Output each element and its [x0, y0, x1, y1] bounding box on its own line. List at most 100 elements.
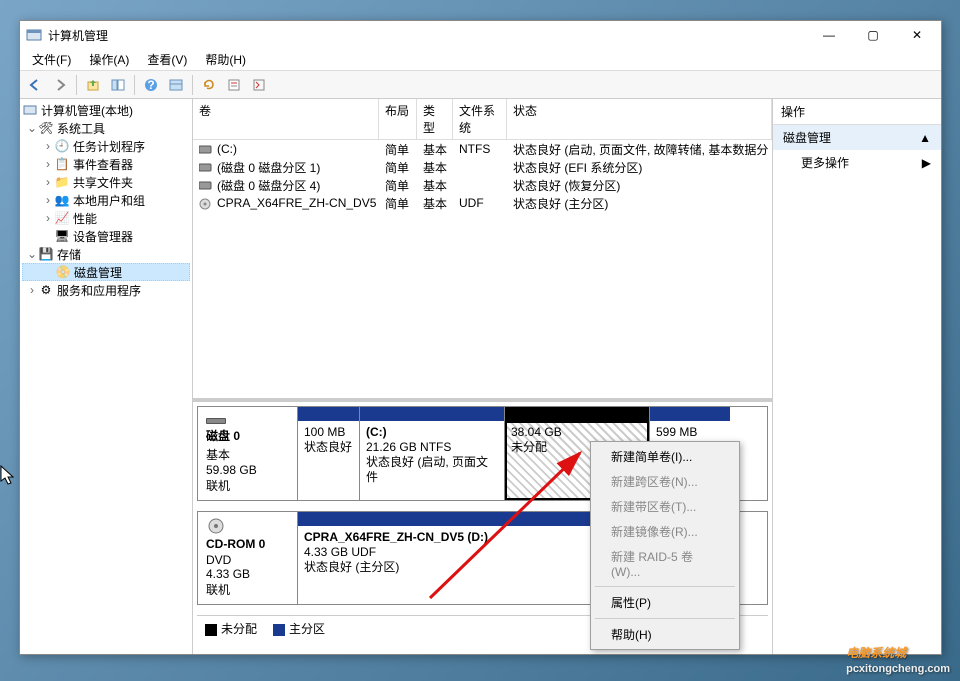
- partition[interactable]: (C:)21.26 GB NTFS状态良好 (启动, 页面文件: [360, 407, 505, 500]
- ctx-new-raid5-volume: 新建 RAID-5 卷(W)...: [593, 544, 737, 583]
- collapse-icon[interactable]: ⌄: [26, 121, 38, 135]
- disk-kind: DVD: [206, 553, 289, 567]
- tree-performance[interactable]: ›📈性能: [22, 209, 190, 227]
- actions-header: 操作: [773, 99, 941, 125]
- actions-more[interactable]: 更多操作 ▶: [773, 150, 941, 175]
- tree-event-viewer[interactable]: ›📋事件查看器: [22, 155, 190, 173]
- separator: [595, 618, 735, 619]
- separator: [76, 75, 77, 95]
- volume-row[interactable]: (磁盘 0 磁盘分区 1)简单基本状态良好 (EFI 系统分区): [193, 158, 772, 176]
- event-icon: 📋: [54, 156, 70, 172]
- minimize-button[interactable]: —: [807, 21, 851, 49]
- partition-status: 未分配: [511, 440, 547, 454]
- up-button[interactable]: [82, 74, 104, 96]
- forward-button[interactable]: [49, 74, 71, 96]
- window-buttons: — ▢ ✕: [807, 21, 939, 49]
- ctx-new-simple-volume[interactable]: 新建简单卷(I)...: [593, 444, 737, 469]
- tree-shared-folders[interactable]: ›📁共享文件夹: [22, 173, 190, 191]
- volume-type: 基本: [417, 158, 453, 177]
- volume-row[interactable]: CPRA_X64FRE_ZH-CN_DV5 (D:)简单基本UDF状态良好 (主…: [193, 194, 772, 212]
- tree-task-scheduler[interactable]: ›🕘任务计划程序: [22, 137, 190, 155]
- expand-icon[interactable]: ›: [26, 283, 38, 297]
- titlebar[interactable]: 计算机管理 — ▢ ✕: [20, 21, 941, 49]
- col-status[interactable]: 状态: [507, 99, 772, 139]
- partition-size: 100 MB: [304, 425, 345, 439]
- close-button[interactable]: ✕: [895, 21, 939, 49]
- volume-row[interactable]: (C:)简单基本NTFS状态良好 (启动, 页面文件, 故障转储, 基本数据分: [193, 140, 772, 158]
- tree-label: 任务计划程序: [73, 138, 145, 155]
- col-filesystem[interactable]: 文件系统: [453, 99, 507, 139]
- collapse-icon[interactable]: ⌄: [26, 247, 38, 261]
- partition-bar: [650, 407, 730, 421]
- folder-icon: 📁: [54, 174, 70, 190]
- actions-diskmgmt[interactable]: 磁盘管理 ▲: [773, 125, 941, 150]
- partition-body[interactable]: 100 MB状态良好: [298, 421, 359, 500]
- menu-file[interactable]: 文件(F): [24, 49, 79, 70]
- col-type[interactable]: 类型: [417, 99, 453, 139]
- partition-size: 21.26 GB NTFS: [366, 440, 451, 454]
- volume-layout: 简单: [379, 176, 417, 195]
- volume-list[interactable]: 卷 布局 类型 文件系统 状态 (C:)简单基本NTFS状态良好 (启动, 页面…: [193, 99, 772, 402]
- ctx-help[interactable]: 帮助(H): [593, 622, 737, 647]
- disk-size: 4.33 GB: [206, 567, 289, 581]
- back-button[interactable]: [24, 74, 46, 96]
- volume-fs: NTFS: [453, 141, 507, 157]
- tree-disk-management[interactable]: 📀磁盘管理: [22, 263, 190, 281]
- computer-icon: [22, 102, 38, 118]
- volume-layout: 简单: [379, 140, 417, 159]
- partition-bar: [360, 407, 504, 421]
- tree-label: 服务和应用程序: [57, 282, 141, 299]
- disk-icon: 📀: [55, 264, 71, 280]
- show-hide-tree-button[interactable]: [107, 74, 129, 96]
- expand-icon[interactable]: ›: [42, 211, 54, 225]
- tree-services-apps[interactable]: ›⚙服务和应用程序: [22, 281, 190, 299]
- separator: [595, 586, 735, 587]
- refresh-button[interactable]: [198, 74, 220, 96]
- volume-name: (磁盘 0 磁盘分区 4): [217, 177, 320, 194]
- submenu-icon: ▶: [922, 156, 931, 170]
- volume-fs: [453, 166, 507, 168]
- expand-icon[interactable]: ›: [42, 193, 54, 207]
- col-layout[interactable]: 布局: [379, 99, 417, 139]
- settings-button[interactable]: [248, 74, 270, 96]
- expand-icon[interactable]: ›: [42, 157, 54, 171]
- volume-icon: [199, 144, 213, 154]
- volume-status: 状态良好 (主分区): [507, 194, 772, 213]
- tree-label: 设备管理器: [73, 228, 133, 245]
- context-menu: 新建简单卷(I)... 新建跨区卷(N)... 新建带区卷(T)... 新建镜像…: [590, 441, 740, 650]
- view-button[interactable]: [165, 74, 187, 96]
- partition[interactable]: 100 MB状态良好: [298, 407, 360, 500]
- col-volume[interactable]: 卷: [193, 99, 379, 139]
- separator: [192, 75, 193, 95]
- partition-status: 状态良好 (主分区): [304, 560, 399, 574]
- tree-root[interactable]: 计算机管理(本地): [22, 101, 190, 119]
- partition-title: (C:): [366, 425, 387, 439]
- nav-tree[interactable]: 计算机管理(本地) ⌄ 🛠 系统工具 ›🕘任务计划程序 ›📋事件查看器 ›📁共享…: [20, 99, 193, 654]
- ctx-new-mirrored-volume: 新建镜像卷(R)...: [593, 519, 737, 544]
- expand-icon[interactable]: ›: [42, 139, 54, 153]
- maximize-button[interactable]: ▢: [851, 21, 895, 49]
- partition-title: CPRA_X64FRE_ZH-CN_DV5 (D:): [304, 530, 488, 544]
- device-icon: 🖥: [54, 228, 70, 244]
- ctx-properties[interactable]: 属性(P): [593, 590, 737, 615]
- menu-view[interactable]: 查看(V): [139, 49, 195, 70]
- tree-label: 系统工具: [57, 120, 105, 137]
- menu-action[interactable]: 操作(A): [81, 49, 137, 70]
- volume-row[interactable]: (磁盘 0 磁盘分区 4)简单基本状态良好 (恢复分区): [193, 176, 772, 194]
- properties-button[interactable]: [223, 74, 245, 96]
- partition-size: 599 MB: [656, 425, 697, 439]
- help-button[interactable]: ?: [140, 74, 162, 96]
- partition-body[interactable]: (C:)21.26 GB NTFS状态良好 (启动, 页面文件: [360, 421, 504, 500]
- menu-help[interactable]: 帮助(H): [197, 49, 254, 70]
- expand-icon[interactable]: ›: [42, 175, 54, 189]
- partition-size: 38.04 GB: [511, 425, 562, 439]
- actions-more-label: 更多操作: [801, 154, 849, 171]
- menubar: 文件(F) 操作(A) 查看(V) 帮助(H): [20, 49, 941, 71]
- tree-device-manager[interactable]: 🖥设备管理器: [22, 227, 190, 245]
- tree-local-users[interactable]: ›👥本地用户和组: [22, 191, 190, 209]
- disk-info[interactable]: CD-ROM 0DVD4.33 GB联机: [198, 512, 298, 604]
- disk-info[interactable]: 磁盘 0基本59.98 GB联机: [198, 407, 298, 500]
- tree-system-tools[interactable]: ⌄ 🛠 系统工具: [22, 119, 190, 137]
- users-icon: 👥: [54, 192, 70, 208]
- tree-storage[interactable]: ⌄💾存储: [22, 245, 190, 263]
